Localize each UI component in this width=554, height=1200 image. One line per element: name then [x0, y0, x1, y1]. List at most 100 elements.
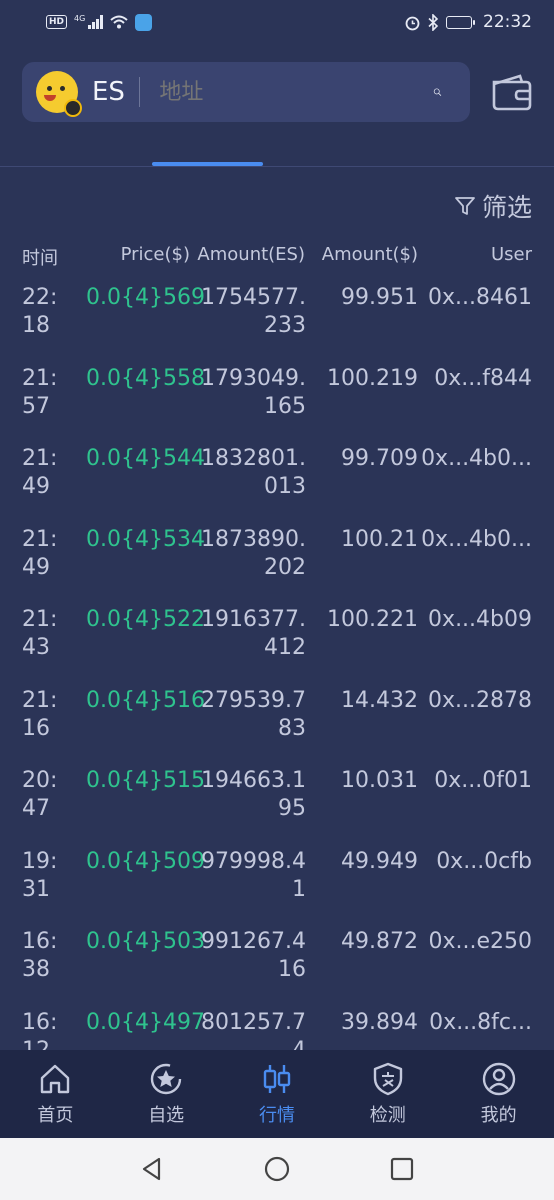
cell-price: 0.0{4}509: [86, 848, 205, 874]
cell-amount-usd: 49.949: [341, 848, 418, 874]
home-icon: [41, 1064, 70, 1094]
nav-item-profile[interactable]: 我的: [459, 1061, 539, 1127]
network-label: 4G: [74, 13, 86, 23]
token-logo[interactable]: [36, 71, 82, 117]
wifi-icon: [110, 15, 128, 29]
cell-amount-usd: 49.872: [341, 929, 418, 954]
nav-label-home: 首页: [37, 1105, 74, 1126]
cell-user[interactable]: 0x...f844: [434, 365, 532, 393]
nav-label-profile: 我的: [480, 1105, 517, 1126]
nav-item-detect[interactable]: 检测: [348, 1061, 428, 1127]
bottom-nav: 首页 自选 行情 检测 我的: [0, 1050, 554, 1138]
back-icon[interactable]: [138, 1155, 166, 1183]
recents-icon[interactable]: [388, 1155, 416, 1183]
cell-amount-usd: 39.894: [341, 1009, 418, 1035]
filter-label: 筛选: [481, 193, 532, 222]
nav-label-market: 行情: [258, 1105, 295, 1126]
nav-item-market[interactable]: 行情: [237, 1061, 317, 1127]
star-icon: [150, 1063, 182, 1095]
cell-time: 19:31: [22, 848, 58, 902]
cell-price: 0.0{4}503: [86, 929, 205, 954]
candlestick-icon: [263, 1065, 291, 1093]
cell-time: 21:49: [22, 446, 58, 499]
cell-price: 0.0{4}522: [86, 607, 205, 632]
table-row[interactable]: 21:57 0.0{4}558 1793049.165 100.219 0x...f84…: [0, 361, 554, 442]
cell-time: 16:12: [22, 1009, 58, 1051]
hd-badge: HD: [46, 15, 68, 29]
table-row[interactable]: 22:18 0.0{4}569 1754577.233 99.951 0x...8461: [0, 280, 554, 361]
system-nav-bar: [0, 1138, 554, 1200]
cell-user[interactable]: 0x...4b0...: [421, 526, 532, 554]
table-row[interactable]: 21:49 0.0{4}534 1873890.202 100.21 0x...4b0.…: [0, 522, 554, 603]
cell-amount-usd: 100.21: [341, 526, 418, 552]
cell-amount: 1793049.165: [201, 365, 306, 419]
cell-amount-usd: 10.031: [341, 768, 418, 793]
home-circle-icon[interactable]: [263, 1155, 291, 1183]
cell-time: 21:49: [22, 526, 58, 580]
table-row[interactable]: 19:31 0.0{4}509 979998.41 49.949 0x...0cfb: [0, 844, 554, 925]
cell-price: 0.0{4}516: [86, 687, 205, 713]
status-time: 22:32: [483, 12, 532, 32]
wallet-icon[interactable]: [490, 72, 534, 112]
cell-amount: 979998.41: [201, 848, 306, 902]
cell-user[interactable]: 0x...2878: [428, 687, 532, 715]
cell-time: 16:38: [22, 929, 58, 982]
cell-amount-usd: 99.709: [341, 446, 418, 471]
trade-list[interactable]: 22:18 0.0{4}569 1754577.233 99.951 0x...8461…: [0, 280, 554, 1050]
table-row[interactable]: 21:16 0.0{4}516 279539.783 14.432 0x...2878: [0, 683, 554, 764]
header-amount-token: Amount(ES): [197, 244, 305, 265]
cell-user[interactable]: 0x...0cfb: [436, 848, 532, 876]
cell-amount-usd: 100.221: [327, 607, 418, 632]
cell-amount: 1916377.412: [201, 607, 306, 660]
cell-amount-usd: 100.219: [327, 365, 418, 391]
cell-time: 21:16: [22, 687, 58, 741]
nav-item-home[interactable]: 首页: [15, 1061, 95, 1127]
cell-price: 0.0{4}569: [86, 285, 205, 310]
cell-amount: 1873890.202: [201, 526, 306, 580]
cell-user[interactable]: 0x...8461: [428, 284, 532, 312]
cell-amount: 801257.74: [201, 1009, 306, 1051]
cell-price: 0.0{4}558: [86, 365, 205, 391]
nav-label-watchlist: 自选: [148, 1105, 185, 1126]
cell-user[interactable]: 0x...8fc...: [429, 1009, 532, 1037]
filter-icon: [455, 197, 475, 215]
search-icon[interactable]: [433, 77, 442, 107]
table-row[interactable]: 21:43 0.0{4}522 1916377.412 100.221 0x...4b0…: [0, 602, 554, 683]
header-time: 时间: [22, 248, 58, 269]
user-icon: [482, 1062, 515, 1096]
token-symbol[interactable]: ES: [92, 77, 125, 107]
active-tab-indicator: [152, 162, 263, 166]
search-bar: ES: [22, 62, 470, 122]
cell-amount: 279539.783: [201, 687, 306, 741]
header-amount-usd: Amount($): [321, 244, 418, 265]
filter-button[interactable]: 筛选: [454, 188, 532, 224]
table-row[interactable]: 21:49 0.0{4}544 1832801.013 99.709 0x...4b0.…: [0, 441, 554, 522]
cell-amount: 194663.195: [201, 768, 306, 821]
address-search-input[interactable]: [159, 79, 434, 105]
cell-user[interactable]: 0x...e250: [428, 928, 532, 956]
header-user: User: [490, 244, 532, 265]
cell-time: 20:47: [22, 768, 58, 821]
table-row[interactable]: 20:47 0.0{4}515 194663.195 10.031 0x...0f01: [0, 763, 554, 844]
cell-amount: 1832801.013: [201, 446, 306, 499]
cell-price: 0.0{4}544: [86, 446, 205, 471]
table-row[interactable]: 16:12 0.0{4}497 801257.74 39.894 0x...8fc...: [0, 1005, 554, 1051]
tab-divider: [0, 166, 554, 167]
app-notification-icon: [134, 13, 152, 31]
nav-label-detect: 检测: [369, 1105, 406, 1126]
cell-amount-usd: 99.951: [341, 285, 418, 310]
cell-user[interactable]: 0x...4b09: [428, 606, 532, 634]
cell-user[interactable]: 0x...4b0...: [421, 445, 532, 473]
bluetooth-icon: [428, 13, 439, 31]
table-row[interactable]: 16:38 0.0{4}503 991267.416 49.872 0x...e250: [0, 924, 554, 1005]
cell-time: 21:43: [22, 607, 58, 660]
nav-item-watchlist[interactable]: 自选: [126, 1061, 206, 1127]
shield-icon: [373, 1062, 402, 1096]
battery-icon: [446, 15, 475, 29]
table-header: 时间 Price($) Amount(ES) Amount($) User: [0, 244, 554, 272]
signal-icon: [88, 15, 103, 29]
cell-amount-usd: 14.432: [341, 687, 418, 713]
cell-price: 0.0{4}497: [86, 1009, 205, 1035]
cell-user[interactable]: 0x...0f01: [434, 767, 532, 795]
status-bar: HD 4G 22:32: [0, 0, 554, 44]
